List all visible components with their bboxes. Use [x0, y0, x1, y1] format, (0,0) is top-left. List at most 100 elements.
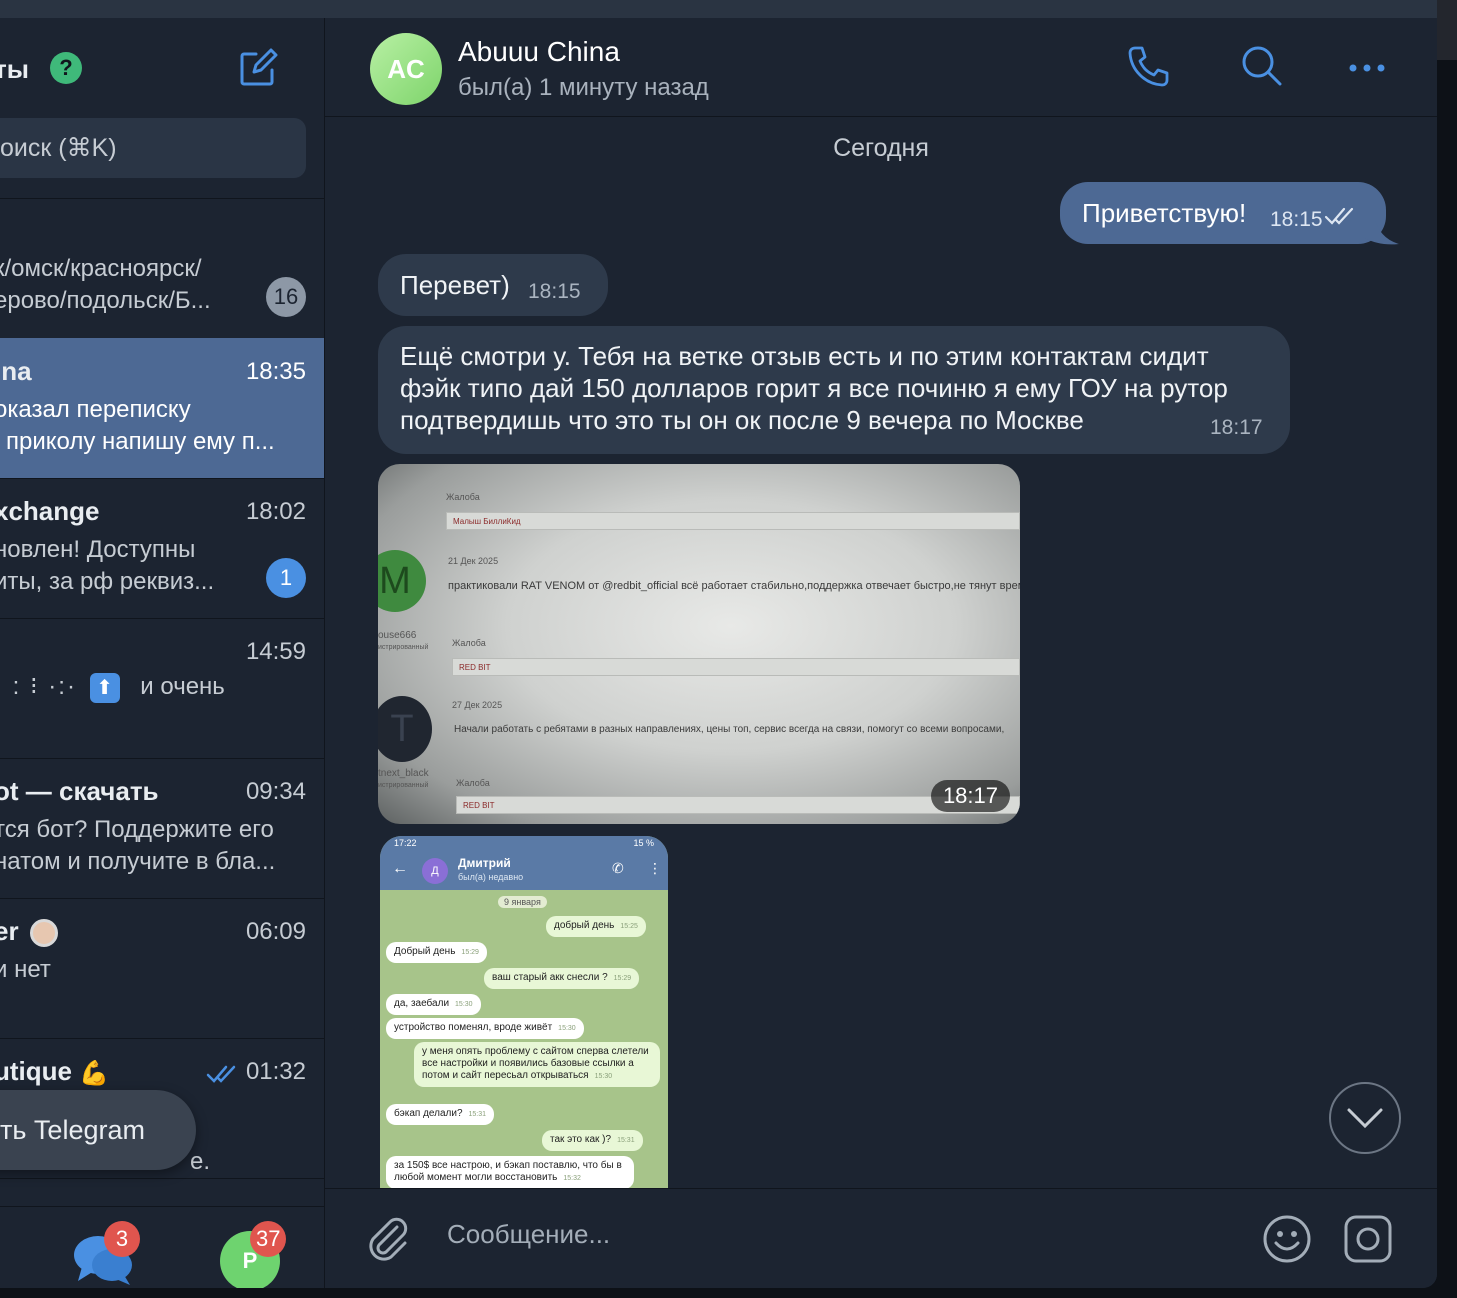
chat-time: 18:02: [245, 498, 306, 525]
message-input[interactable]: Сообщение...: [447, 1219, 610, 1250]
chat-panel: AC Abuuu China был(а) 1 минуту назад Сег…: [325, 18, 1437, 1288]
complaint-label: Жалоба: [456, 778, 490, 788]
chat-preview-line: оказал переписку: [0, 396, 191, 423]
paperclip-icon[interactable]: [361, 1213, 413, 1265]
phone-message-time: 15:29: [461, 949, 479, 956]
phone-message-time: 15:29: [613, 975, 632, 982]
chat-time: 18:35: [245, 358, 306, 385]
up-arrow-emoji-icon: ⬆: [89, 672, 120, 703]
chat-list-item[interactable]: xchange 18:02 новлен! Доступны иты, за р…: [0, 478, 324, 619]
chevron-down-icon: [1347, 1108, 1383, 1129]
more-options-icon: ⋮: [648, 860, 662, 876]
phone-icon[interactable]: [1125, 42, 1173, 90]
reaction-bar: RED BIT: [452, 658, 1020, 676]
chat-preview-line: новлен! Доступны: [0, 536, 196, 563]
message-text: Перевет): [400, 270, 510, 300]
search-icon[interactable]: [1238, 42, 1286, 90]
post-date: 21 Дек 2025: [448, 556, 499, 566]
phone-message-text: у меня опять проблему с сайтом сперва сл…: [422, 1046, 649, 1081]
message-time: 18:15: [1270, 208, 1323, 231]
outgoing-message[interactable]: Приветствую! 18:15: [1060, 182, 1386, 244]
scroll-to-bottom-button[interactable]: [1329, 1082, 1401, 1154]
message-text-line: Ещё смотри у. Тебя на ветке отзыв есть и…: [400, 341, 1209, 371]
help-icon[interactable]: ?: [50, 52, 82, 84]
post-date: 27 Дек 2025: [452, 700, 503, 710]
phone-message: добрый день 15:25: [546, 916, 646, 937]
chat-time: 14:59: [245, 638, 306, 665]
message-time: 18:17: [1210, 416, 1263, 439]
message-text-line: фэйк типо дай 150 долларов горит я все п…: [400, 373, 1228, 403]
chat-preview-line: к/омск/красноярск/: [0, 255, 202, 282]
compose-icon[interactable]: [236, 46, 280, 90]
phone-message-text: ваш старый акк снесли ?: [492, 972, 608, 983]
contact-avatar: Д: [422, 858, 448, 884]
phone-icon: ✆: [612, 860, 624, 876]
message-time: 18:15: [528, 280, 581, 303]
sidebar-title: ты: [0, 54, 29, 84]
chat-list-item[interactable]: er 06:09 и нет: [0, 898, 324, 1039]
chat-header: AC Abuuu China был(а) 1 минуту назад: [325, 18, 1437, 117]
chat-preview-line: иты, за рф реквиз...: [0, 568, 215, 595]
contact-avatar[interactable]: AC: [370, 33, 442, 105]
phone-message: так это как )? 15:31: [542, 1130, 643, 1151]
phone-message: ваш старый акк снесли ? 15:29: [484, 968, 640, 989]
chats-unread-badge: 3: [104, 1221, 140, 1257]
user-avatar: M: [378, 550, 426, 612]
status-time: 17:22: [394, 838, 417, 848]
update-toast[interactable]: ть Telegram: [0, 1090, 196, 1170]
back-arrow-icon: ←: [392, 860, 408, 877]
camera-icon[interactable]: [1342, 1213, 1394, 1265]
username: tnext_black: [378, 768, 429, 779]
phone-message-time: 15:30: [558, 1025, 576, 1032]
chat-preview-line: ерово/подольск/Б...: [0, 287, 211, 314]
contact-status: был(а) 1 минуту назад: [458, 74, 709, 101]
user-avatar: T: [378, 696, 432, 762]
phone-message-text: устройство поменял, вроде живёт: [394, 1022, 553, 1033]
phone-message-text: так это как )?: [550, 1134, 612, 1145]
chat-list-item[interactable]: 14:59 · : ⁝ ·:· ⬆ и очень: [0, 618, 324, 759]
phone-message-text: Добрый день: [394, 946, 456, 957]
phone-message-text: да, заебали: [394, 998, 450, 1009]
chat-time: 01:32: [245, 1058, 306, 1085]
battery-level: 15 %: [633, 838, 654, 848]
chat-preview-line: е.: [190, 1148, 211, 1175]
phone-message-text: бэкап делали?: [394, 1108, 463, 1119]
phone-message-text: добрый день: [554, 920, 615, 931]
contact-name[interactable]: Abuuu China: [458, 36, 620, 68]
phone-message: у меня опять проблему с сайтом сперва сл…: [414, 1042, 660, 1087]
phone-message-text: за 150$ все настрою, и бэкап поставлю, ч…: [394, 1160, 622, 1183]
chat-preview-line: натом и получите в бла...: [0, 848, 276, 875]
background-window-edge: [1437, 0, 1457, 60]
phone-message-time: 15:32: [563, 1175, 581, 1182]
chat-preview-line: · : ⁝ ·:· ⬆ и очень: [0, 672, 310, 703]
chat-preview-text: и очень: [140, 673, 225, 700]
chat-list-item[interactable]: к/омск/красноярск/ ерово/подольск/Б... 1…: [0, 199, 324, 340]
incoming-message[interactable]: Ещё смотри у. Тебя на ветке отзыв есть и…: [378, 326, 1290, 454]
chat-list-item[interactable]: ot — скачать 09:34 тся бот? Поддержите е…: [0, 758, 324, 899]
flexed-biceps-emoji-icon: 💪: [79, 1059, 110, 1087]
photo-message-forum[interactable]: Жалоба Малыш БиллиКид 21 Дек 2025 M прак…: [378, 464, 1020, 824]
chat-name-text: utique: [0, 1056, 72, 1086]
phone-message: Добрый день 15:29: [386, 942, 487, 963]
chat-list-item-active[interactable]: ina 18:35 оказал переписку приколу напиш…: [0, 338, 324, 479]
date-separator: Сегодня: [833, 134, 929, 162]
sidebar-header: ты ? оиск (⌘K): [0, 18, 324, 199]
chat-name: er: [0, 916, 58, 948]
unread-badge: 16: [266, 277, 306, 317]
search-input[interactable]: оиск (⌘K): [0, 118, 306, 178]
incoming-message[interactable]: Перевет) 18:15: [378, 254, 608, 316]
user-role: истрированный: [378, 644, 429, 651]
emoji-icon[interactable]: [1261, 1213, 1313, 1265]
photo-message-screenshot[interactable]: 17:22 15 % ← Д Дмитрий был(а) недавно ✆ …: [380, 836, 668, 1208]
chat-preview-line: и нет: [0, 956, 51, 983]
complaint-label: Жалоба: [446, 492, 480, 502]
headphones-emoji-icon: [29, 919, 58, 948]
phone-chat-header: ← Д Дмитрий был(а) недавно ✆ ⋮: [380, 852, 668, 890]
post-text: Начали работать с ребятами в разных напр…: [454, 724, 1005, 735]
phone-message: да, заебали 15:30: [386, 994, 481, 1015]
date-chip: 9 января: [498, 896, 547, 908]
contact-name: Дмитрий: [458, 856, 511, 870]
chat-time: 09:34: [245, 778, 306, 805]
message-text-line: подтвердишь что это ты он ок после 9 веч…: [400, 405, 1084, 435]
more-options-icon[interactable]: [1343, 42, 1391, 90]
